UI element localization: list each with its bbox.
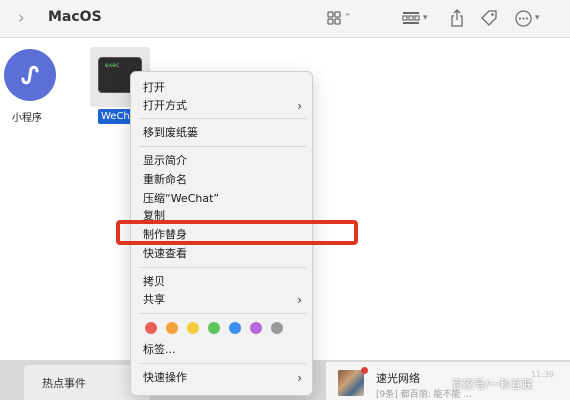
chat-list-item[interactable]: 速光网络 [9条] 都百丽: 能不能 ... 11:39: [326, 362, 570, 400]
back-chevron-icon[interactable]: ›: [18, 8, 25, 28]
menu-separator: [139, 267, 306, 268]
highlight-annotation: [116, 220, 358, 245]
menu-item-rename[interactable]: 重新命名: [143, 172, 187, 188]
menu-separator: [139, 363, 306, 364]
menu-item-quick-look[interactable]: 快速查看: [143, 246, 187, 262]
finder-toolbar: › MacOS ⌃ ▾ ▾: [0, 0, 570, 38]
group-button[interactable]: ▾: [402, 8, 428, 28]
mini-program-icon[interactable]: [4, 49, 56, 101]
tag-icon: [481, 10, 497, 26]
group-icon: [402, 12, 420, 24]
window-title: MacOS: [48, 9, 102, 25]
menu-item-move-to-trash[interactable]: 移到废纸篓: [143, 125, 198, 141]
view-mode-button[interactable]: ⌃: [327, 8, 352, 28]
menu-item-quick-actions[interactable]: 快速操作: [143, 370, 187, 386]
menu-item-share[interactable]: 共享: [143, 292, 165, 308]
chevron-down-icon: ▾: [423, 13, 428, 23]
watermark: 百家号/一秒互联: [452, 378, 533, 391]
hot-events-label: 热点事件: [42, 377, 86, 390]
tag-purple[interactable]: [250, 322, 262, 334]
submenu-chevron-icon: ›: [297, 371, 302, 385]
updown-chevron-icon: ⌃: [344, 13, 352, 23]
more-icon: [515, 9, 532, 27]
chat-title: 速光网络: [376, 372, 420, 385]
file-label-mini-program[interactable]: 小程序: [12, 109, 42, 124]
tag-gray[interactable]: [271, 322, 283, 334]
submenu-chevron-icon: ›: [297, 99, 302, 113]
tag-green[interactable]: [208, 322, 220, 334]
menu-item-open-with[interactable]: 打开方式: [143, 98, 187, 114]
share-button[interactable]: [450, 8, 464, 28]
grid-view-icon: [327, 11, 341, 25]
group-avatar: [338, 370, 364, 396]
chevron-down-icon: ▾: [535, 13, 540, 23]
submenu-chevron-icon: ›: [297, 293, 302, 307]
menu-item-tags[interactable]: 标签...: [143, 342, 176, 358]
menu-item-compress[interactable]: 压缩“WeChat”: [143, 191, 219, 207]
share-icon: [451, 9, 463, 27]
tag-orange[interactable]: [166, 322, 178, 334]
menu-separator: [139, 146, 306, 147]
tag-red[interactable]: [145, 322, 157, 334]
tag-blue[interactable]: [229, 322, 241, 334]
more-button[interactable]: ▾: [515, 8, 540, 28]
file-label-wechat[interactable]: WeChat: [98, 109, 132, 124]
menu-item-open[interactable]: 打开: [143, 80, 165, 96]
tag-button[interactable]: [480, 8, 498, 28]
chat-time: 11:39: [530, 370, 554, 379]
menu-separator: [139, 313, 306, 314]
unread-badge: [361, 367, 368, 374]
exec-text: exec: [105, 62, 120, 69]
menu-separator: [139, 118, 306, 119]
menu-item-copy[interactable]: 拷贝: [143, 274, 165, 290]
menu-item-get-info[interactable]: 显示简介: [143, 153, 187, 169]
tag-yellow[interactable]: [187, 322, 199, 334]
